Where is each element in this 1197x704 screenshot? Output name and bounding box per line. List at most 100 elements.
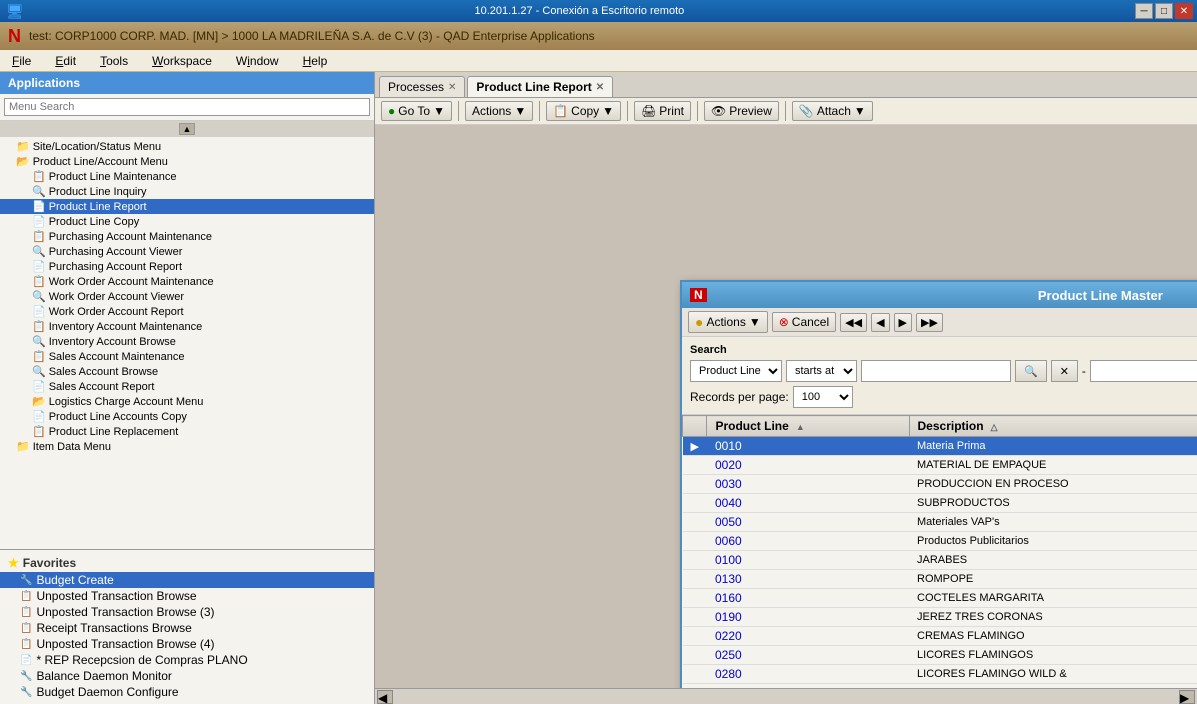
search-clear-value-button[interactable]: ✕ xyxy=(1051,360,1078,382)
sidebar-item-pl-report[interactable]: 📄 Product Line Report xyxy=(0,199,374,214)
horizontal-scrollbar[interactable]: ◀ ▶ xyxy=(375,688,1197,704)
tab-product-line-report[interactable]: Product Line Report ✕ xyxy=(467,76,613,97)
table-row[interactable]: 0050Materiales VAP'sNo xyxy=(683,513,1197,532)
fav-item-rep-compras[interactable]: 📄 * REP Recepcsion de Compras PLANO xyxy=(0,652,374,668)
table-row[interactable]: 0310LICORES 30%No xyxy=(683,684,1197,689)
menu-search-input[interactable] xyxy=(4,98,370,116)
sidebar-item-sales-acct-maint[interactable]: 📋 Sales Account Maintenance xyxy=(0,349,374,364)
sidebar-item-inv-acct-browse[interactable]: 🔍 Inventory Account Browse xyxy=(0,334,374,349)
fav-item-unposted-browse-3[interactable]: 📋 Unposted Transaction Browse (3) xyxy=(0,604,374,620)
actions-button[interactable]: Actions ▼ xyxy=(465,101,533,121)
sidebar-item-wo-acct-viewer[interactable]: 🔍 Work Order Account Viewer xyxy=(0,289,374,304)
favorites-section: ★ Favorites 🔧 Budget Create 📋 Unposted T… xyxy=(0,549,374,704)
nav-last-button[interactable]: ▶▶ xyxy=(916,313,943,332)
sidebar-item-sales-acct-report[interactable]: 📄 Sales Account Report xyxy=(0,379,374,394)
product-line-code[interactable]: 0010 xyxy=(707,437,909,456)
sidebar-item-wo-acct-report[interactable]: 📄 Work Order Account Report xyxy=(0,304,374,319)
search-icon-button[interactable]: 🔍 xyxy=(1015,360,1047,382)
search-condition-select[interactable]: starts at contains equals xyxy=(786,360,857,382)
sidebar-item-purch-acct-viewer[interactable]: 🔍 Purchasing Account Viewer xyxy=(0,244,374,259)
product-line-code[interactable]: 0060 xyxy=(707,532,909,551)
menu-workspace[interactable]: Workspace xyxy=(148,53,216,69)
sidebar-item-pl-accounts-copy[interactable]: 📄 Product Line Accounts Copy xyxy=(0,409,374,424)
nav-prev-button[interactable]: ◀ xyxy=(871,313,889,332)
inner-actions-button[interactable]: ● Actions ▼ xyxy=(688,311,768,333)
table-row[interactable]: 0160COCTELES MARGARITANo xyxy=(683,589,1197,608)
product-line-code[interactable]: 0030 xyxy=(707,475,909,494)
search-range-input[interactable] xyxy=(1090,360,1197,382)
sidebar-item-wo-acct-maint[interactable]: 📋 Work Order Account Maintenance xyxy=(0,274,374,289)
sidebar-item-inv-acct-maint[interactable]: 📋 Inventory Account Maintenance xyxy=(0,319,374,334)
table-row[interactable]: 0030PRODUCCION EN PROCESONo xyxy=(683,475,1197,494)
product-line-code[interactable]: 0250 xyxy=(707,646,909,665)
table-row[interactable]: 0060Productos PublicitariosNo xyxy=(683,532,1197,551)
close-window-button[interactable]: ✕ xyxy=(1175,3,1193,19)
product-line-description: SUBPRODUCTOS xyxy=(909,494,1197,513)
sidebar-item-purch-acct-report[interactable]: 📄 Purchasing Account Report xyxy=(0,259,374,274)
menu-tools[interactable]: Tools xyxy=(96,53,132,69)
table-row[interactable]: 0250LICORES FLAMINGOSNo xyxy=(683,646,1197,665)
product-line-code[interactable]: 0280 xyxy=(707,665,909,684)
nav-first-button[interactable]: ◀◀ xyxy=(840,313,867,332)
records-per-page-select[interactable]: 100 50 25 xyxy=(793,386,853,408)
maximize-button[interactable]: □ xyxy=(1155,3,1173,19)
tab-processes[interactable]: Processes ✕ xyxy=(379,76,465,97)
fav-item-receipt-browse[interactable]: 📋 Receipt Transactions Browse xyxy=(0,620,374,636)
table-row[interactable]: 0280LICORES FLAMINGO WILD &No xyxy=(683,665,1197,684)
search-field-select[interactable]: Product Line Description Group xyxy=(690,360,782,382)
product-line-code[interactable]: 0050 xyxy=(707,513,909,532)
product-line-code[interactable]: 0020 xyxy=(707,456,909,475)
tab-close-product-line[interactable]: ✕ xyxy=(596,82,604,93)
sidebar-item-pl-replacement[interactable]: 📋 Product Line Replacement xyxy=(0,424,374,439)
sidebar-item-sales-acct-browse[interactable]: 🔍 Sales Account Browse xyxy=(0,364,374,379)
table-row[interactable]: 0190JEREZ TRES CORONASNo xyxy=(683,608,1197,627)
sidebar-item-pl-copy[interactable]: 📄 Product Line Copy xyxy=(0,214,374,229)
product-line-code[interactable]: 0040 xyxy=(707,494,909,513)
h-scroll-right[interactable]: ▶ xyxy=(1179,690,1195,704)
fav-item-unposted-browse[interactable]: 📋 Unposted Transaction Browse xyxy=(0,588,374,604)
sidebar-item-item-data[interactable]: 📁 Item Data Menu xyxy=(0,439,374,454)
menu-help[interactable]: Help xyxy=(299,53,332,69)
col-header-product-line[interactable]: Product Line ▲ xyxy=(707,416,909,437)
goto-button[interactable]: ● Go To ▼ xyxy=(381,101,452,121)
h-scroll-left[interactable]: ◀ xyxy=(377,690,393,704)
table-row[interactable]: 0020MATERIAL DE EMPAQUENo xyxy=(683,456,1197,475)
fav-item-unposted-browse-4[interactable]: 📋 Unposted Transaction Browse (4) xyxy=(0,636,374,652)
search-value-input[interactable] xyxy=(861,360,1011,382)
product-line-code[interactable]: 0220 xyxy=(707,627,909,646)
table-row[interactable]: 0100JARABESNo xyxy=(683,551,1197,570)
minimize-button[interactable]: ─ xyxy=(1135,3,1153,19)
menu-window[interactable]: Window xyxy=(232,53,283,69)
table-row[interactable]: 0040SUBPRODUCTOSNo xyxy=(683,494,1197,513)
fav-item-budget-create[interactable]: 🔧 Budget Create xyxy=(0,572,374,588)
fav-item-budget-daemon[interactable]: 🔧 Budget Daemon Configure xyxy=(0,684,374,700)
print-button[interactable]: 🖨 Print xyxy=(634,101,691,121)
attach-button[interactable]: 📎 Attach ▼ xyxy=(792,101,873,121)
sidebar-item-logistics[interactable]: 📂 Logistics Charge Account Menu xyxy=(0,394,374,409)
product-line-code[interactable]: 0160 xyxy=(707,589,909,608)
tab-close-processes[interactable]: ✕ xyxy=(448,82,456,93)
menu-edit[interactable]: Edit xyxy=(51,53,80,69)
sidebar-item-purch-acct-maint[interactable]: 📋 Purchasing Account Maintenance xyxy=(0,229,374,244)
fav-item-balance-daemon[interactable]: 🔧 Balance Daemon Monitor xyxy=(0,668,374,684)
product-line-code[interactable]: 0100 xyxy=(707,551,909,570)
product-line-code[interactable]: 0130 xyxy=(707,570,909,589)
preview-button[interactable]: 👁 Preview xyxy=(704,101,779,121)
nav-play-button[interactable]: ▶ xyxy=(894,313,912,332)
table-row[interactable]: 0220CREMAS FLAMINGONo xyxy=(683,627,1197,646)
title-bar-controls[interactable]: ─ □ ✕ xyxy=(1135,3,1197,19)
sidebar-item-pl-inquiry[interactable]: 🔍 Product Line Inquiry xyxy=(0,184,374,199)
table-row[interactable]: ▶0010Materia PrimaNo xyxy=(683,437,1197,456)
sidebar-item-pl-maintenance[interactable]: 📋 Product Line Maintenance xyxy=(0,169,374,184)
col-header-description[interactable]: Description △ xyxy=(909,416,1197,437)
row-indicator xyxy=(683,494,707,513)
folder-icon: 📁 xyxy=(16,140,30,153)
sidebar-item-site[interactable]: 📁 Site/Location/Status Menu xyxy=(0,139,374,154)
copy-button[interactable]: 📋 Copy ▼ xyxy=(546,101,621,121)
sidebar-item-product-line[interactable]: 📂 Product Line/Account Menu xyxy=(0,154,374,169)
inner-cancel-button[interactable]: ⊗ Cancel xyxy=(772,312,836,332)
product-line-code[interactable]: 0310 xyxy=(707,684,909,689)
menu-file[interactable]: File xyxy=(8,53,35,69)
table-row[interactable]: 0130ROMPOPENo xyxy=(683,570,1197,589)
product-line-code[interactable]: 0190 xyxy=(707,608,909,627)
